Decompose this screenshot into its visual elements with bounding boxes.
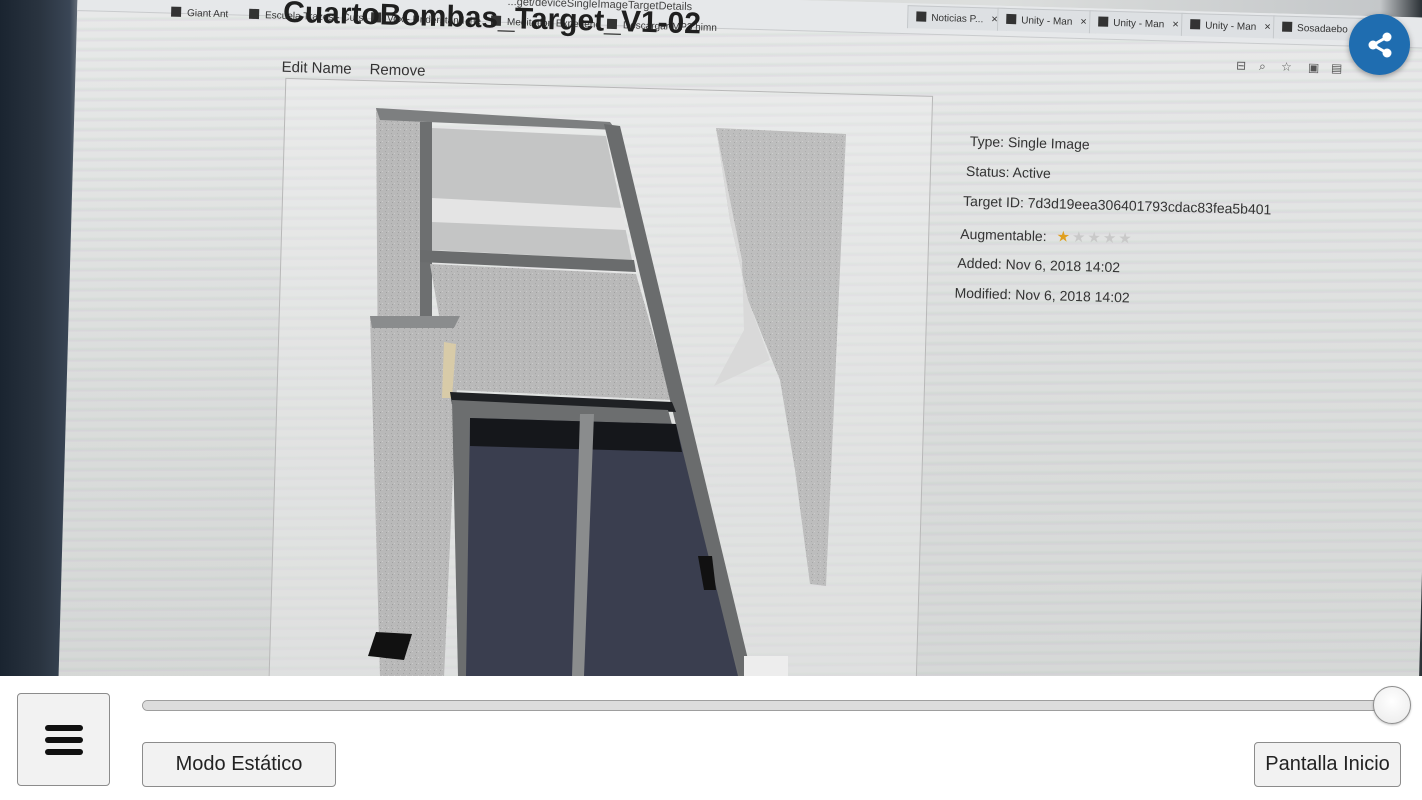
target-image-frame xyxy=(267,77,934,676)
hamburger-menu-icon xyxy=(44,724,83,755)
augmentable-rating: Augmentable: ★★★★★ xyxy=(960,225,1134,248)
pantalla-inicio-button[interactable]: Pantalla Inicio xyxy=(1254,742,1401,787)
translate-icon: ⊟ xyxy=(1235,58,1247,73)
extension-icon: ▤ xyxy=(1330,61,1343,76)
tab-favicon-icon xyxy=(916,11,927,22)
share-icon xyxy=(1368,32,1391,57)
unity-icon xyxy=(1006,13,1017,25)
close-icon: × xyxy=(1264,21,1271,34)
slider-thumb[interactable] xyxy=(1373,686,1411,724)
unity-icon xyxy=(1098,16,1109,27)
browser-tab: Unity - Man × xyxy=(996,7,1097,34)
share-button[interactable] xyxy=(1349,14,1410,75)
browser-tab: Unity - Man × xyxy=(1088,10,1189,36)
target-status: Status: Active xyxy=(965,162,1052,182)
close-icon: × xyxy=(1172,18,1179,31)
target-added: Added: Nov 6, 2018 14:02 xyxy=(957,254,1121,276)
star-empty-icon: ★ xyxy=(1071,228,1088,247)
star-icon: ☆ xyxy=(1280,59,1293,74)
slider-fill xyxy=(143,701,1391,710)
remove-link: Remove xyxy=(369,61,426,80)
tab-favicon-icon xyxy=(1282,21,1293,32)
menu-button[interactable] xyxy=(17,693,110,786)
photographed-monitor: ...get/deviceSingleImageTargetDetails No… xyxy=(57,0,1422,676)
edit-name-link: Edit Name xyxy=(281,58,352,78)
bookmark: Giant Ant xyxy=(171,6,228,21)
extension-icon: ▣ xyxy=(1307,60,1320,75)
browser-tab: Unity - Man × xyxy=(1180,12,1281,39)
star-empty-icon: ★ xyxy=(1087,229,1104,247)
star-empty-icon: ★ xyxy=(1102,229,1119,248)
control-panel: Modo Estático Pantalla Inicio xyxy=(0,676,1422,800)
star-empty-icon: ★ xyxy=(1118,230,1134,248)
target-id: Target ID: 7d3d19eea306401793cdac83fea5b… xyxy=(962,192,1272,218)
bookmark-icon xyxy=(171,6,182,17)
star-filled-icon: ★ xyxy=(1056,228,1073,246)
slider-track[interactable] xyxy=(142,700,1392,711)
ar-camera-view: ...get/deviceSingleImageTargetDetails No… xyxy=(0,0,1422,676)
page-title: CuartoBombas_Target_V1-02 xyxy=(282,0,702,41)
modo-estatico-button[interactable]: Modo Estático xyxy=(142,742,336,787)
unity-icon xyxy=(1190,19,1201,30)
zoom-icon: ⌕ xyxy=(1258,59,1266,74)
bookmark-icon xyxy=(248,8,260,20)
rating-stars: ★★★★★ xyxy=(1056,227,1134,247)
close-icon: × xyxy=(1080,16,1087,29)
target-modified: Modified: Nov 6, 2018 14:02 xyxy=(954,284,1130,306)
browser-tab: Noticias P... × xyxy=(906,5,1008,31)
target-type: Type: Single Image xyxy=(969,132,1090,153)
browser-tab-bar: ...get/deviceSingleImageTargetDetails No… xyxy=(77,0,1422,49)
